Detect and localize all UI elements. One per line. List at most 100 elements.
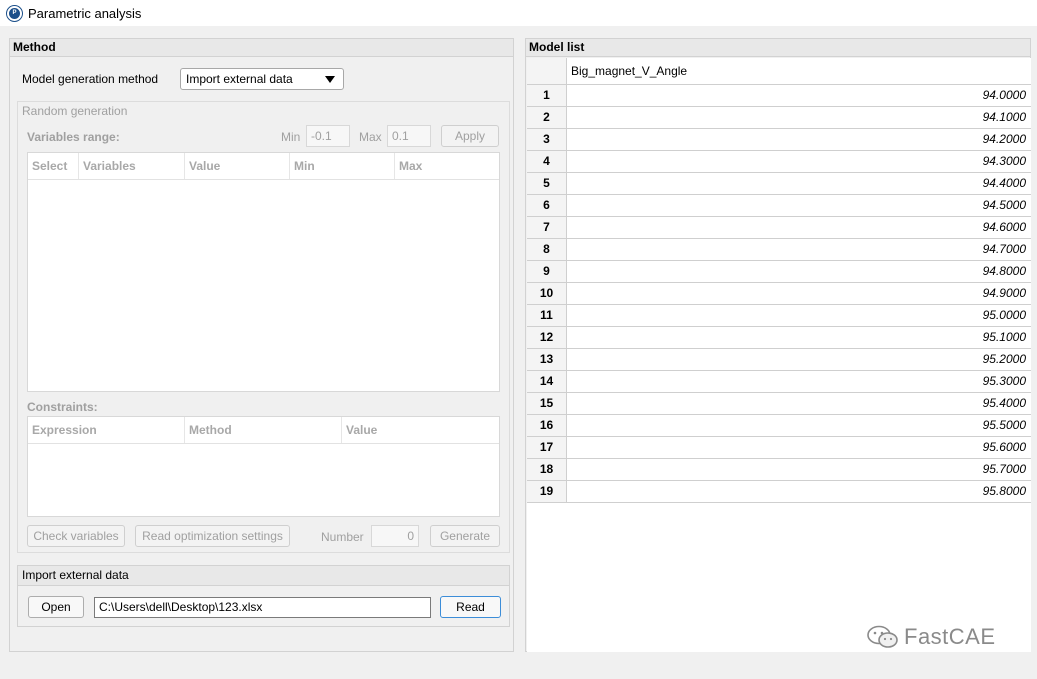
file-path-input[interactable]: C:\Users\dell\Desktop\123.xlsx xyxy=(94,597,431,618)
table-row[interactable]: 6 94.5000 xyxy=(527,195,1031,217)
row-number[interactable]: 12 xyxy=(527,327,567,348)
random-generation-title: Random generation xyxy=(22,104,128,118)
window-title: Parametric analysis xyxy=(28,5,142,21)
generation-method-dropdown[interactable]: Import external data xyxy=(180,68,344,90)
variables-table: Select Variables Value Min Max xyxy=(27,152,500,392)
apply-button[interactable]: Apply xyxy=(441,125,499,147)
table-row[interactable]: 7 94.6000 xyxy=(527,217,1031,239)
table-row[interactable]: 17 95.6000 xyxy=(527,437,1031,459)
row-number[interactable]: 6 xyxy=(527,195,567,216)
angle-value-cell[interactable]: 94.6000 xyxy=(567,217,1031,238)
number-input[interactable]: 0 xyxy=(371,525,419,547)
min-input[interactable]: -0.1 xyxy=(306,125,350,147)
angle-value-cell[interactable]: 94.0000 xyxy=(567,85,1031,106)
generation-method-value: Import external data xyxy=(186,72,293,86)
row-number[interactable]: 7 xyxy=(527,217,567,238)
column-constraint-value: Value xyxy=(346,423,378,437)
max-label: Max xyxy=(359,130,382,144)
watermark-text: FastCAE xyxy=(904,624,996,649)
angle-value-cell[interactable]: 95.3000 xyxy=(567,371,1031,392)
row-number[interactable]: 11 xyxy=(527,305,567,326)
variables-table-header: Select Variables Value Min Max xyxy=(28,153,499,180)
angle-value-cell[interactable]: 95.4000 xyxy=(567,393,1031,414)
open-button[interactable]: Open xyxy=(28,596,84,618)
row-number[interactable]: 15 xyxy=(527,393,567,414)
row-number[interactable]: 14 xyxy=(527,371,567,392)
angle-value-cell[interactable]: 94.2000 xyxy=(567,129,1031,150)
row-number[interactable]: 1 xyxy=(527,85,567,106)
row-number[interactable]: 9 xyxy=(527,261,567,282)
table-row[interactable]: 19 95.8000 xyxy=(527,481,1031,503)
table-row[interactable]: 11 95.0000 xyxy=(527,305,1031,327)
constraints-table: Expression Method Value xyxy=(27,416,500,517)
column-max: Max xyxy=(399,159,423,173)
angle-value-cell[interactable]: 94.5000 xyxy=(567,195,1031,216)
column-min: Min xyxy=(290,153,395,179)
table-row[interactable]: 5 94.4000 xyxy=(527,173,1031,195)
table-row[interactable]: 4 94.3000 xyxy=(527,151,1031,173)
column-method: Method xyxy=(185,417,342,443)
row-number[interactable]: 8 xyxy=(527,239,567,260)
method-panel: Method Model generation method Import ex… xyxy=(9,38,514,652)
row-number[interactable]: 18 xyxy=(527,459,567,480)
table-row[interactable]: 16 95.5000 xyxy=(527,415,1031,437)
max-input[interactable]: 0.1 xyxy=(387,125,431,147)
angle-value-cell[interactable]: 94.4000 xyxy=(567,173,1031,194)
row-number[interactable]: 10 xyxy=(527,283,567,304)
constraints-table-header: Expression Method Value xyxy=(28,417,499,444)
column-big-magnet-v-angle[interactable]: Big_magnet_V_Angle xyxy=(567,58,1031,85)
table-row[interactable]: 2 94.1000 xyxy=(527,107,1031,129)
row-number[interactable]: 16 xyxy=(527,415,567,436)
column-value: Value xyxy=(185,153,290,179)
title-bar: P Parametric analysis xyxy=(0,0,1037,26)
angle-value-cell[interactable]: 94.7000 xyxy=(567,239,1031,260)
table-row[interactable]: 8 94.7000 xyxy=(527,239,1031,261)
table-corner xyxy=(527,58,567,85)
table-row[interactable]: 9 94.8000 xyxy=(527,261,1031,283)
table-row[interactable]: 1 94.0000 xyxy=(527,85,1031,107)
model-list-table[interactable]: Big_magnet_V_Angle 1 94.0000 2 94.1000 3 94.2… xyxy=(527,58,1031,652)
table-row[interactable]: 13 95.2000 xyxy=(527,349,1031,371)
table-row[interactable]: 3 94.2000 xyxy=(527,129,1031,151)
column-variables: Variables xyxy=(79,153,185,179)
method-header: Method xyxy=(10,39,513,57)
table-row[interactable]: 12 95.1000 xyxy=(527,327,1031,349)
table-row[interactable]: 15 95.4000 xyxy=(527,393,1031,415)
random-generation-group: Random generation Variables range: Min -… xyxy=(17,101,510,553)
wechat-icon xyxy=(867,625,898,648)
row-number[interactable]: 2 xyxy=(527,107,567,128)
angle-value-cell[interactable]: 94.9000 xyxy=(567,283,1031,304)
model-list-panel: Model list Big_magnet_V_Angle 1 94.0000 2 9… xyxy=(525,38,1031,652)
import-header: Import external data xyxy=(18,566,509,586)
check-variables-button[interactable]: Check variables xyxy=(27,525,125,547)
table-row[interactable]: 10 94.9000 xyxy=(527,283,1031,305)
angle-value-cell[interactable]: 95.5000 xyxy=(567,415,1031,436)
angle-value-cell[interactable]: 94.8000 xyxy=(567,261,1031,282)
variables-range-label: Variables range: xyxy=(27,130,120,144)
angle-value-cell[interactable]: 95.2000 xyxy=(567,349,1031,370)
angle-value-cell[interactable]: 94.3000 xyxy=(567,151,1031,172)
model-list-header: Model list xyxy=(526,39,1030,57)
app-logo-icon: P xyxy=(7,5,22,21)
angle-value-cell[interactable]: 95.1000 xyxy=(567,327,1031,348)
generate-button[interactable]: Generate xyxy=(430,525,500,547)
angle-value-cell[interactable]: 95.0000 xyxy=(567,305,1031,326)
angle-value-cell[interactable]: 95.8000 xyxy=(567,481,1031,502)
row-number[interactable]: 17 xyxy=(527,437,567,458)
row-number[interactable]: 5 xyxy=(527,173,567,194)
table-row[interactable]: 18 95.7000 xyxy=(527,459,1031,481)
column-expression: Expression xyxy=(28,417,185,443)
dropdown-arrow-icon xyxy=(325,76,335,83)
row-number[interactable]: 4 xyxy=(527,151,567,172)
table-row[interactable]: 14 95.3000 xyxy=(527,371,1031,393)
read-button[interactable]: Read xyxy=(440,596,501,618)
generation-method-label: Model generation method xyxy=(22,72,159,86)
read-optimization-settings-button[interactable]: Read optimization settings xyxy=(135,525,290,547)
angle-value-cell[interactable]: 95.7000 xyxy=(567,459,1031,480)
row-number[interactable]: 19 xyxy=(527,481,567,502)
row-number[interactable]: 13 xyxy=(527,349,567,370)
angle-value-cell[interactable]: 95.6000 xyxy=(567,437,1031,458)
row-number[interactable]: 3 xyxy=(527,129,567,150)
min-label: Min xyxy=(281,130,301,144)
angle-value-cell[interactable]: 94.1000 xyxy=(567,107,1031,128)
